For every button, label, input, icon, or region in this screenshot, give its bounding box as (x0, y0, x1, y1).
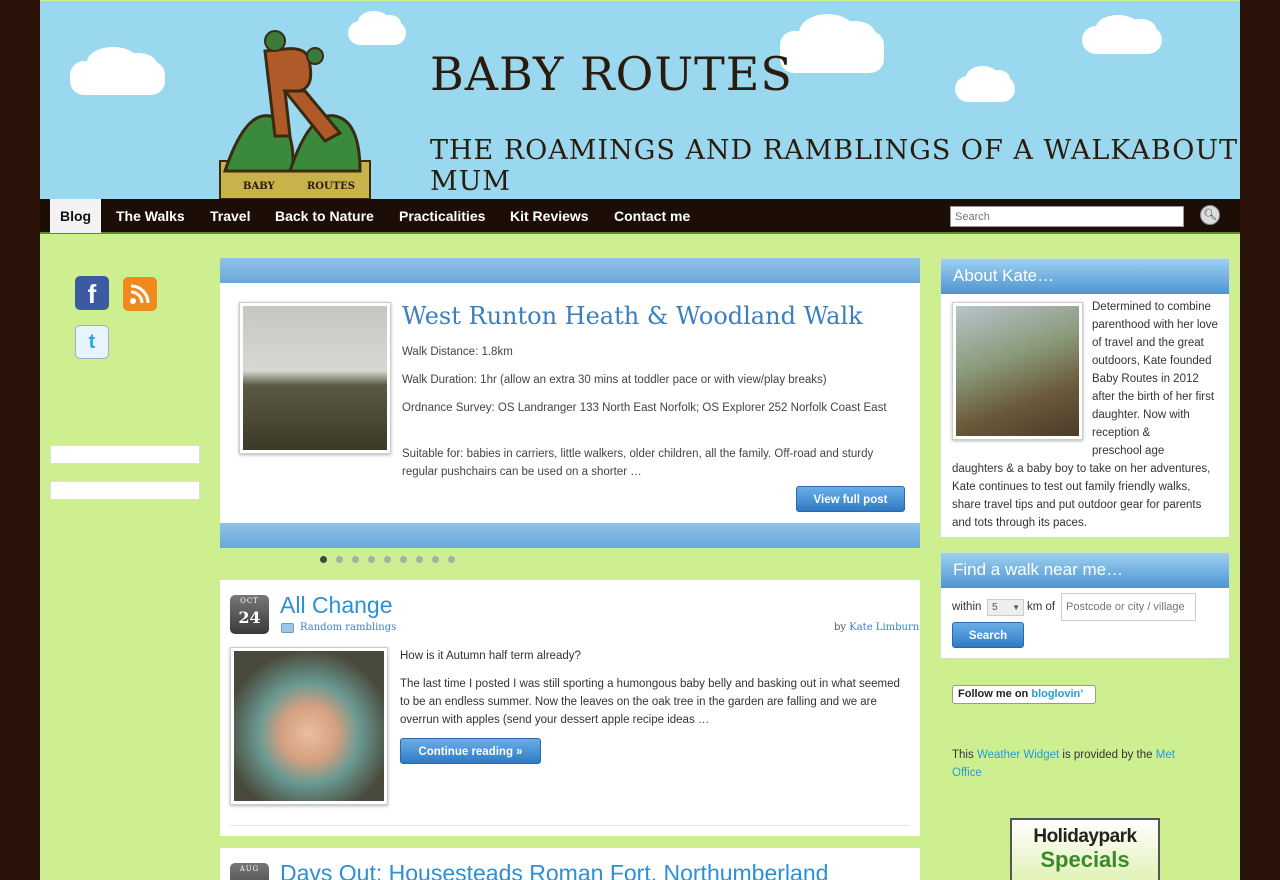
nav-back-to-nature[interactable]: Back to Nature (265, 199, 384, 233)
slider-dot[interactable] (432, 556, 439, 563)
cloud-decoration (780, 14, 884, 73)
weather-text: is provided by the (1062, 749, 1153, 761)
slider-footer-bar (220, 523, 920, 548)
slide-title[interactable]: West Runton Heath & Woodland Walk (402, 302, 863, 330)
bloglovin-prefix: Follow me on (958, 688, 1029, 700)
post-author: by Kate Limburn (834, 622, 919, 633)
cloud-decoration (1082, 14, 1162, 54)
nav-contact-me[interactable]: Contact me (604, 199, 700, 233)
author-link[interactable]: Kate Limburn (849, 622, 919, 633)
site-header[interactable]: BABY ROUTES BABY ROUTES THE ROAMINGS AND… (40, 1, 1240, 199)
radius-value: 5 (992, 602, 998, 613)
slide-thumbnail[interactable] (239, 302, 391, 454)
postcode-input[interactable] (1061, 593, 1196, 621)
about-widget: About Kate… Determined to combine parent… (940, 258, 1230, 538)
km-of-label: km of (1027, 601, 1056, 613)
chevron-down-icon: ▼ (1012, 603, 1020, 612)
sidebar-widget-box (50, 481, 200, 500)
about-text: daughters & a baby boy to take on her ad… (952, 463, 1211, 529)
main-nav: Blog The Walks Travel Back to Nature Pra… (40, 199, 1240, 234)
twitter-icon[interactable]: t (75, 325, 109, 359)
svg-text:ROUTES: ROUTES (307, 181, 355, 192)
slider-dot[interactable] (336, 556, 343, 563)
about-text: Determined to combine parenthood with he… (1092, 301, 1218, 439)
author-prefix: by (834, 622, 847, 633)
holidaypark-ad[interactable]: Holidaypark Specials (1010, 818, 1160, 880)
rss-icon[interactable] (123, 277, 157, 311)
featured-slider: West Runton Heath & Woodland Walk Walk D… (220, 258, 920, 548)
about-title: About Kate… (941, 259, 1229, 294)
slider-dot[interactable] (384, 556, 391, 563)
slider-dot[interactable] (352, 556, 359, 563)
find-walk-title: Find a walk near me… (941, 553, 1229, 588)
slider-dot[interactable] (416, 556, 423, 563)
site-tagline: THE ROAMINGS AND RAMBLINGS OF A WALKABOU… (430, 135, 1239, 197)
search-icon[interactable]: 🔍︎ (1200, 205, 1220, 225)
page-wrapper: BABY ROUTES BABY ROUTES THE ROAMINGS AND… (40, 0, 1240, 880)
slide-ordnance-survey: Ordnance Survey: OS Landranger 133 North… (402, 402, 887, 414)
continue-reading-button[interactable]: Continue reading » (400, 738, 541, 764)
find-walk-widget: Find a walk near me… within 5 ▼ km of Se… (940, 552, 1230, 659)
view-full-post-button[interactable]: View full post (796, 486, 905, 512)
nav-the-walks[interactable]: The Walks (106, 199, 195, 233)
bloglovin-brand: bloglovin’ (1031, 688, 1084, 700)
about-text: preschool age (1092, 445, 1165, 457)
slider-dot[interactable] (448, 556, 455, 563)
nav-kit-reviews[interactable]: Kit Reviews (500, 199, 599, 233)
search-input[interactable] (950, 206, 1184, 227)
slider-dot[interactable] (368, 556, 375, 563)
nav-practicalities[interactable]: Practicalities (389, 199, 495, 233)
post-paragraph: The last time I posted I was still sport… (400, 678, 900, 726)
post-title[interactable]: Days Out: Housesteads Roman Fort, Northu… (280, 860, 828, 880)
post-date: OCT 24 (230, 595, 269, 634)
weather-credit: This Weather Widget is provided by the M… (952, 746, 1192, 782)
ad-line-1: Holidaypark (1033, 826, 1137, 847)
nav-travel[interactable]: Travel (200, 199, 260, 233)
post-divider (230, 825, 910, 826)
within-label: within (952, 601, 982, 613)
post-title[interactable]: All Change (280, 592, 393, 619)
slider-header-bar (220, 258, 920, 283)
ad-line-2: Specials (1040, 847, 1130, 872)
post-month: OCT (240, 597, 259, 605)
facebook-icon[interactable]: f (75, 276, 109, 310)
post-category[interactable]: Random ramblings (300, 622, 396, 633)
cloud-decoration (70, 47, 165, 95)
post-thumbnail[interactable] (230, 647, 388, 805)
weather-widget-link[interactable]: Weather Widget (977, 749, 1059, 761)
post-month: AUG (239, 865, 260, 873)
svg-text:BABY: BABY (243, 181, 275, 192)
cloud-decoration (955, 65, 1015, 102)
sidebar-widget-box (50, 445, 200, 464)
slide-walk-distance: Walk Distance: 1.8km (402, 346, 513, 358)
blog-post: AUG Days Out: Housesteads Roman Fort, No… (220, 848, 920, 880)
baby-routes-logo[interactable]: BABY ROUTES (215, 21, 375, 199)
site-title[interactable]: BABY ROUTES (430, 47, 793, 101)
bloglovin-follow-button[interactable]: Follow me on bloglovin’ (952, 685, 1096, 704)
post-day: 24 (238, 608, 261, 627)
post-paragraph: How is it Autumn half term already? (400, 650, 581, 662)
find-walk-search-button[interactable]: Search (952, 622, 1024, 648)
slide-walk-duration: Walk Duration: 1hr (allow an extra 30 mi… (402, 374, 827, 386)
slider-dot[interactable] (320, 556, 327, 563)
slider-pagination (320, 556, 460, 566)
weather-text: This (952, 749, 974, 761)
folder-icon (281, 623, 294, 633)
about-photo (952, 302, 1083, 440)
slide-suitable-for: Suitable for: babies in carriers, little… (402, 448, 874, 478)
radius-select[interactable]: 5 ▼ (987, 599, 1024, 616)
post-date: AUG (230, 863, 269, 880)
nav-blog[interactable]: Blog (50, 199, 102, 233)
blog-post: OCT 24 All Change Random ramblings by Ka… (220, 580, 920, 836)
slider-dot[interactable] (400, 556, 407, 563)
